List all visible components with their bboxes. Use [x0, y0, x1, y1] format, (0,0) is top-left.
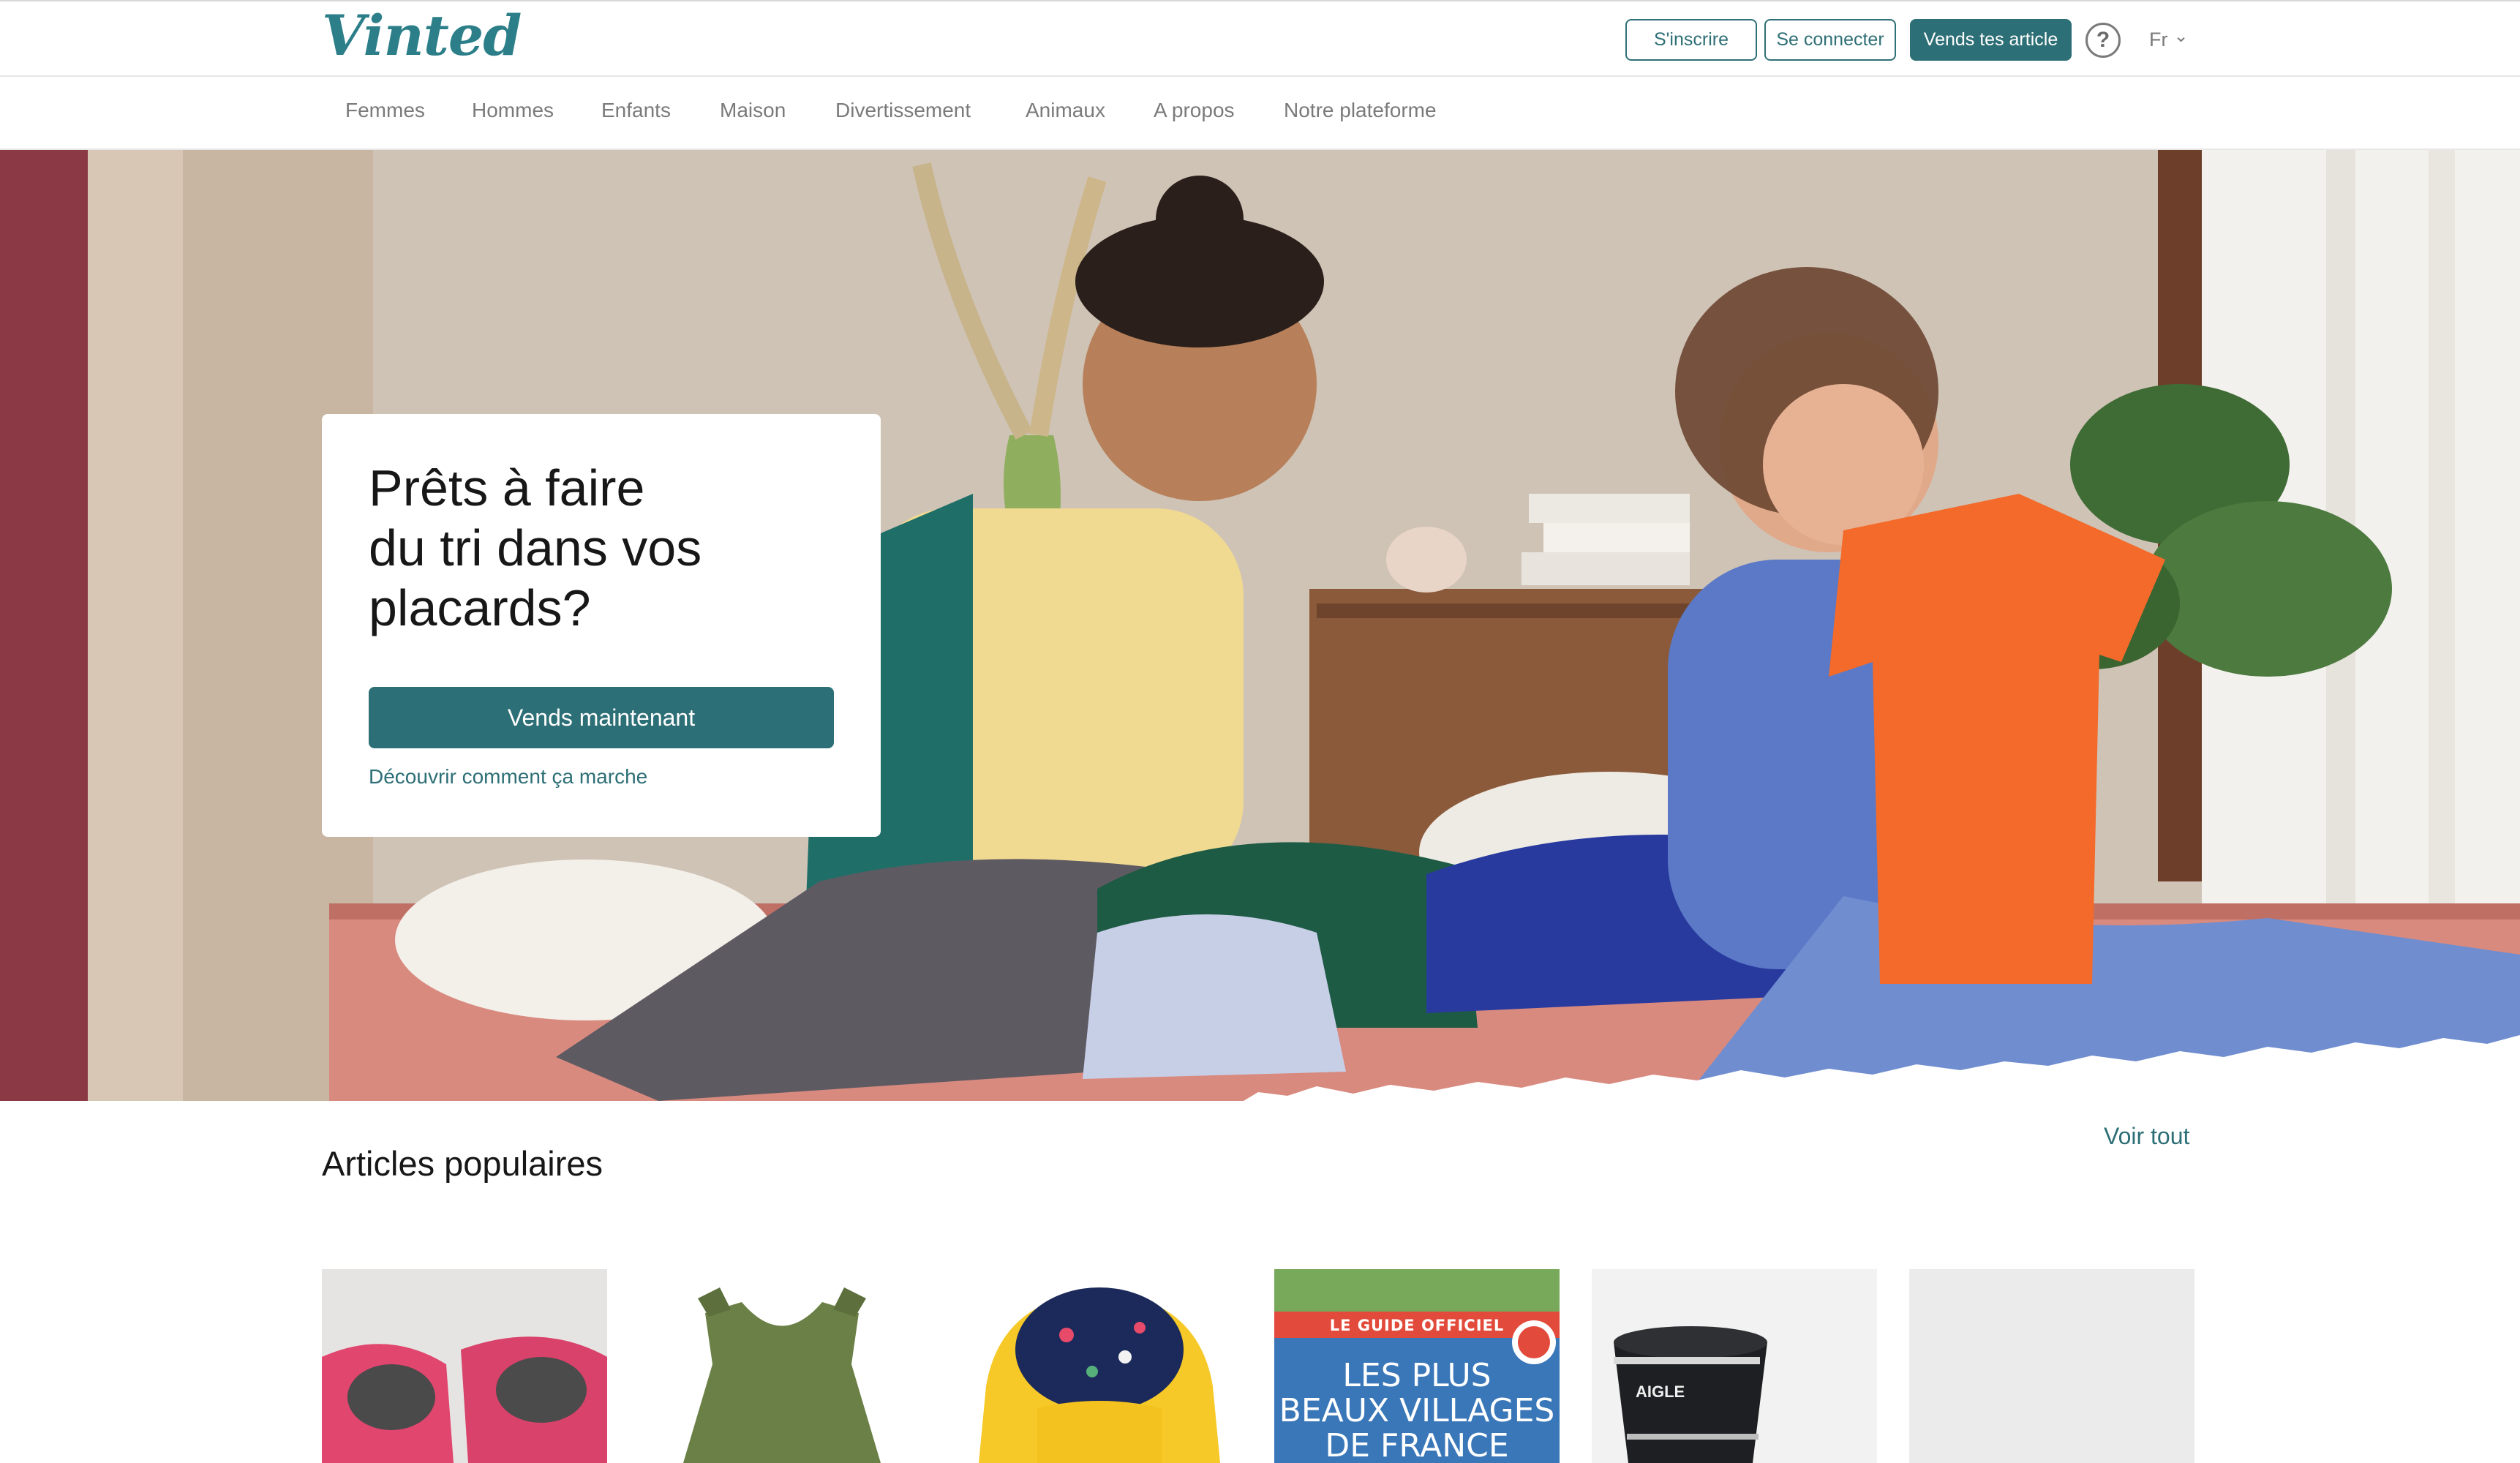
nav-item-animaux[interactable]: Animaux — [1026, 99, 1105, 122]
item-card[interactable] — [639, 1269, 925, 1463]
book-subtitle: LE GUIDE OFFICIEL — [1329, 1317, 1505, 1334]
book-title-line: LES PLUS — [1342, 1357, 1492, 1394]
hero-title: Prêts à faire du tri dans vos placards? — [369, 458, 837, 638]
nav-item-a-propos[interactable]: A propos — [1154, 99, 1235, 122]
vinted-logo[interactable]: Vinted — [322, 3, 522, 68]
nav-item-enfants[interactable]: Enfants — [601, 99, 671, 122]
nav-item-femmes[interactable]: Femmes — [345, 99, 425, 122]
hero-card: Prêts à faire du tri dans vos placards? … — [322, 414, 881, 837]
login-button[interactable]: Se connecter — [1764, 19, 1896, 61]
how-it-works-link[interactable]: Découvrir comment ça marche — [369, 765, 647, 789]
popular-items-row: LE GUIDE OFFICIEL LES PLUS BEAUX VILLAGE… — [0, 1269, 2520, 1463]
hero-title-line: placards? — [369, 579, 591, 636]
category-nav: Femmes Hommes Enfants Maison Divertissem… — [0, 77, 2520, 150]
book-title-line: BEAUX VILLAGES — [1279, 1392, 1555, 1429]
item-image — [1909, 1269, 2194, 1463]
nav-item-divertissement[interactable]: Divertissement — [835, 99, 971, 122]
boot-brand: AIGLE — [1636, 1383, 1685, 1401]
sell-now-button[interactable]: Vends maintenant — [369, 687, 834, 748]
nav-item-hommes[interactable]: Hommes — [472, 99, 554, 122]
book-title-line: DE FRANCE — [1325, 1427, 1509, 1463]
top-header: Vinted S'inscrire Se connecter Vends tes… — [0, 0, 2520, 77]
item-image — [957, 1269, 1242, 1463]
help-icon[interactable]: ? — [2085, 23, 2121, 58]
sell-items-button[interactable]: Vends tes article — [1910, 19, 2072, 61]
nav-item-notre-plateforme[interactable]: Notre plateforme — [1284, 99, 1437, 122]
item-image — [1592, 1269, 1877, 1463]
item-card[interactable] — [322, 1269, 607, 1463]
item-card[interactable] — [957, 1269, 1242, 1463]
hero-banner: Prêts à faire du tri dans vos placards? … — [0, 150, 2520, 1101]
section-title: Articles populaires — [322, 1144, 603, 1183]
item-card[interactable] — [1909, 1269, 2194, 1463]
item-image — [639, 1269, 925, 1463]
see-all-link[interactable]: Voir tout — [2104, 1123, 2189, 1150]
language-selector[interactable]: Fr ⌄ — [2149, 25, 2189, 54]
item-image — [322, 1269, 607, 1463]
hero-title-line: Prêts à faire — [369, 459, 645, 516]
item-card[interactable]: AIGLE — [1592, 1269, 1877, 1463]
chevron-down-icon: ⌄ — [2173, 26, 2189, 46]
nav-item-maison[interactable]: Maison — [720, 99, 786, 122]
item-card[interactable]: LE GUIDE OFFICIEL LES PLUS BEAUX VILLAGE… — [1274, 1269, 1560, 1463]
hero-title-line: du tri dans vos — [369, 519, 702, 576]
language-label: Fr — [2149, 28, 2168, 50]
signup-button[interactable]: S'inscrire — [1625, 19, 1757, 61]
